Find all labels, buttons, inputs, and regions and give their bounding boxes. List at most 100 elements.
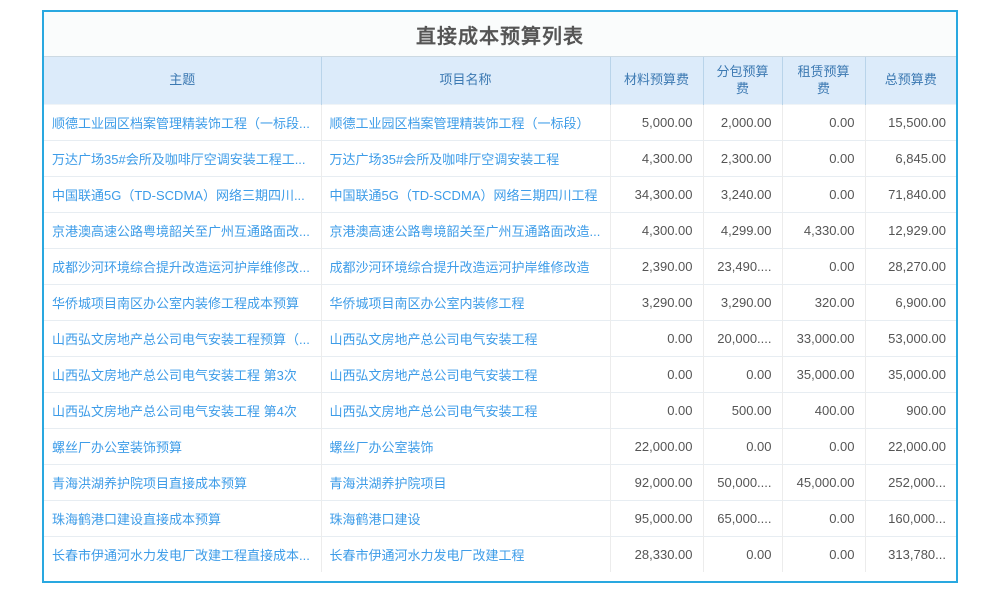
column-header-subject: 主题 xyxy=(44,57,321,104)
total-value: 53,000.00 xyxy=(865,320,956,356)
material-value: 0.00 xyxy=(610,356,703,392)
rental-value: 33,000.00 xyxy=(782,320,865,356)
subject-link[interactable]: 长春市伊通河水力发电厂改建工程直接成本... xyxy=(44,536,321,572)
panel-title-bar: 直接成本预算列表 xyxy=(44,12,956,57)
total-value: 28,270.00 xyxy=(865,248,956,284)
table-row: 青海洪湖养护院项目直接成本预算青海洪湖养护院项目92,000.0050,000.… xyxy=(44,464,956,500)
project-link[interactable]: 螺丝厂办公室装饰 xyxy=(321,428,610,464)
rental-value: 4,330.00 xyxy=(782,212,865,248)
table-row: 成都沙河环境综合提升改造运河护岸维修改...成都沙河环境综合提升改造运河护岸维修… xyxy=(44,248,956,284)
project-link[interactable]: 山西弘文房地产总公司电气安装工程 xyxy=(321,320,610,356)
project-link[interactable]: 山西弘文房地产总公司电气安装工程 xyxy=(321,392,610,428)
total-value: 160,000... xyxy=(865,500,956,536)
subcontract-value: 50,000.... xyxy=(703,464,782,500)
table-row: 华侨城项目南区办公室内装修工程成本预算华侨城项目南区办公室内装修工程 3,290.… xyxy=(44,284,956,320)
table-row: 京港澳高速公路粤境韶关至广州互通路面改...京港澳高速公路粤境韶关至广州互通路面… xyxy=(44,212,956,248)
rental-value: 0.00 xyxy=(782,104,865,140)
table-header: 主题 项目名称 材料预算费 分包预算费 租赁预算费 总预算费 xyxy=(44,57,956,104)
subcontract-value: 3,240.00 xyxy=(703,176,782,212)
column-header-total: 总预算费 xyxy=(865,57,956,104)
material-value: 0.00 xyxy=(610,320,703,356)
subcontract-value: 3,290.00 xyxy=(703,284,782,320)
subcontract-value: 0.00 xyxy=(703,536,782,572)
material-value: 4,300.00 xyxy=(610,140,703,176)
project-link[interactable]: 万达广场35#会所及咖啡厅空调安装工程 xyxy=(321,140,610,176)
rental-value: 35,000.00 xyxy=(782,356,865,392)
table-row: 山西弘文房地产总公司电气安装工程预算（...山西弘文房地产总公司电气安装工程0.… xyxy=(44,320,956,356)
table-body: 顺德工业园区档案管理精装饰工程（一标段...顺德工业园区档案管理精装饰工程（一标… xyxy=(44,104,956,572)
subcontract-value: 0.00 xyxy=(703,428,782,464)
subject-link[interactable]: 万达广场35#会所及咖啡厅空调安装工程工... xyxy=(44,140,321,176)
rental-value: 0.00 xyxy=(782,176,865,212)
budget-table: 主题 项目名称 材料预算费 分包预算费 租赁预算费 总预算费 顺德工业园区档案管… xyxy=(44,57,956,572)
subject-link[interactable]: 山西弘文房地产总公司电气安装工程预算（... xyxy=(44,320,321,356)
material-value: 2,390.00 xyxy=(610,248,703,284)
subject-link[interactable]: 成都沙河环境综合提升改造运河护岸维修改... xyxy=(44,248,321,284)
page-title: 直接成本预算列表 xyxy=(416,20,584,49)
project-link[interactable]: 中国联通5G（TD-SCDMA）网络三期四川工程 xyxy=(321,176,610,212)
subcontract-value: 20,000.... xyxy=(703,320,782,356)
subject-link[interactable]: 青海洪湖养护院项目直接成本预算 xyxy=(44,464,321,500)
subject-link[interactable]: 华侨城项目南区办公室内装修工程成本预算 xyxy=(44,284,321,320)
material-value: 92,000.00 xyxy=(610,464,703,500)
total-value: 900.00 xyxy=(865,392,956,428)
table-header-row: 主题 项目名称 材料预算费 分包预算费 租赁预算费 总预算费 xyxy=(44,57,956,104)
material-value: 28,330.00 xyxy=(610,536,703,572)
rental-value: 45,000.00 xyxy=(782,464,865,500)
total-value: 6,845.00 xyxy=(865,140,956,176)
rental-value: 0.00 xyxy=(782,248,865,284)
table-row: 顺德工业园区档案管理精装饰工程（一标段...顺德工业园区档案管理精装饰工程（一标… xyxy=(44,104,956,140)
table-row: 中国联通5G（TD-SCDMA）网络三期四川...中国联通5G（TD-SCDMA… xyxy=(44,176,956,212)
subcontract-value: 2,300.00 xyxy=(703,140,782,176)
table-row: 螺丝厂办公室装饰预算螺丝厂办公室装饰22,000.000.000.0022,00… xyxy=(44,428,956,464)
rental-value: 0.00 xyxy=(782,140,865,176)
material-value: 95,000.00 xyxy=(610,500,703,536)
material-value: 0.00 xyxy=(610,392,703,428)
column-header-project: 项目名称 xyxy=(321,57,610,104)
subcontract-value: 0.00 xyxy=(703,356,782,392)
table-row: 山西弘文房地产总公司电气安装工程 第3次山西弘文房地产总公司电气安装工程0.00… xyxy=(44,356,956,392)
project-link[interactable]: 长春市伊通河水力发电厂改建工程 xyxy=(321,536,610,572)
table-row: 山西弘文房地产总公司电气安装工程 第4次山西弘文房地产总公司电气安装工程0.00… xyxy=(44,392,956,428)
column-header-material: 材料预算费 xyxy=(610,57,703,104)
subcontract-value: 500.00 xyxy=(703,392,782,428)
subject-link[interactable]: 京港澳高速公路粤境韶关至广州互通路面改... xyxy=(44,212,321,248)
subject-link[interactable]: 螺丝厂办公室装饰预算 xyxy=(44,428,321,464)
material-value: 5,000.00 xyxy=(610,104,703,140)
subject-link[interactable]: 山西弘文房地产总公司电气安装工程 第4次 xyxy=(44,392,321,428)
total-value: 6,900.00 xyxy=(865,284,956,320)
subject-link[interactable]: 珠海鹤港口建设直接成本预算 xyxy=(44,500,321,536)
rental-value: 400.00 xyxy=(782,392,865,428)
project-link[interactable]: 京港澳高速公路粤境韶关至广州互通路面改造... xyxy=(321,212,610,248)
rental-value: 0.00 xyxy=(782,500,865,536)
column-header-rental: 租赁预算费 xyxy=(782,57,865,104)
material-value: 22,000.00 xyxy=(610,428,703,464)
total-value: 22,000.00 xyxy=(865,428,956,464)
table-row: 万达广场35#会所及咖啡厅空调安装工程工...万达广场35#会所及咖啡厅空调安装… xyxy=(44,140,956,176)
project-link[interactable]: 珠海鹤港口建设 xyxy=(321,500,610,536)
project-link[interactable]: 青海洪湖养护院项目 xyxy=(321,464,610,500)
subject-link[interactable]: 中国联通5G（TD-SCDMA）网络三期四川... xyxy=(44,176,321,212)
total-value: 12,929.00 xyxy=(865,212,956,248)
subject-link[interactable]: 山西弘文房地产总公司电气安装工程 第3次 xyxy=(44,356,321,392)
total-value: 252,000... xyxy=(865,464,956,500)
table-row: 珠海鹤港口建设直接成本预算珠海鹤港口建设95,000.0065,000....0… xyxy=(44,500,956,536)
material-value: 34,300.00 xyxy=(610,176,703,212)
total-value: 15,500.00 xyxy=(865,104,956,140)
total-value: 313,780... xyxy=(865,536,956,572)
rental-value: 320.00 xyxy=(782,284,865,320)
subcontract-value: 4,299.00 xyxy=(703,212,782,248)
total-value: 35,000.00 xyxy=(865,356,956,392)
project-link[interactable]: 华侨城项目南区办公室内装修工程 xyxy=(321,284,610,320)
budget-list-panel: 直接成本预算列表 主题 项目名称 材料预算费 分包预算费 租赁预算费 总预算费 … xyxy=(42,10,958,583)
project-link[interactable]: 顺德工业园区档案管理精装饰工程（一标段） xyxy=(321,104,610,140)
column-header-subcontract: 分包预算费 xyxy=(703,57,782,104)
table-row: 长春市伊通河水力发电厂改建工程直接成本...长春市伊通河水力发电厂改建工程28,… xyxy=(44,536,956,572)
project-link[interactable]: 山西弘文房地产总公司电气安装工程 xyxy=(321,356,610,392)
material-value: 4,300.00 xyxy=(610,212,703,248)
project-link[interactable]: 成都沙河环境综合提升改造运河护岸维修改造 xyxy=(321,248,610,284)
subcontract-value: 2,000.00 xyxy=(703,104,782,140)
rental-value: 0.00 xyxy=(782,428,865,464)
subject-link[interactable]: 顺德工业园区档案管理精装饰工程（一标段... xyxy=(44,104,321,140)
subcontract-value: 65,000.... xyxy=(703,500,782,536)
